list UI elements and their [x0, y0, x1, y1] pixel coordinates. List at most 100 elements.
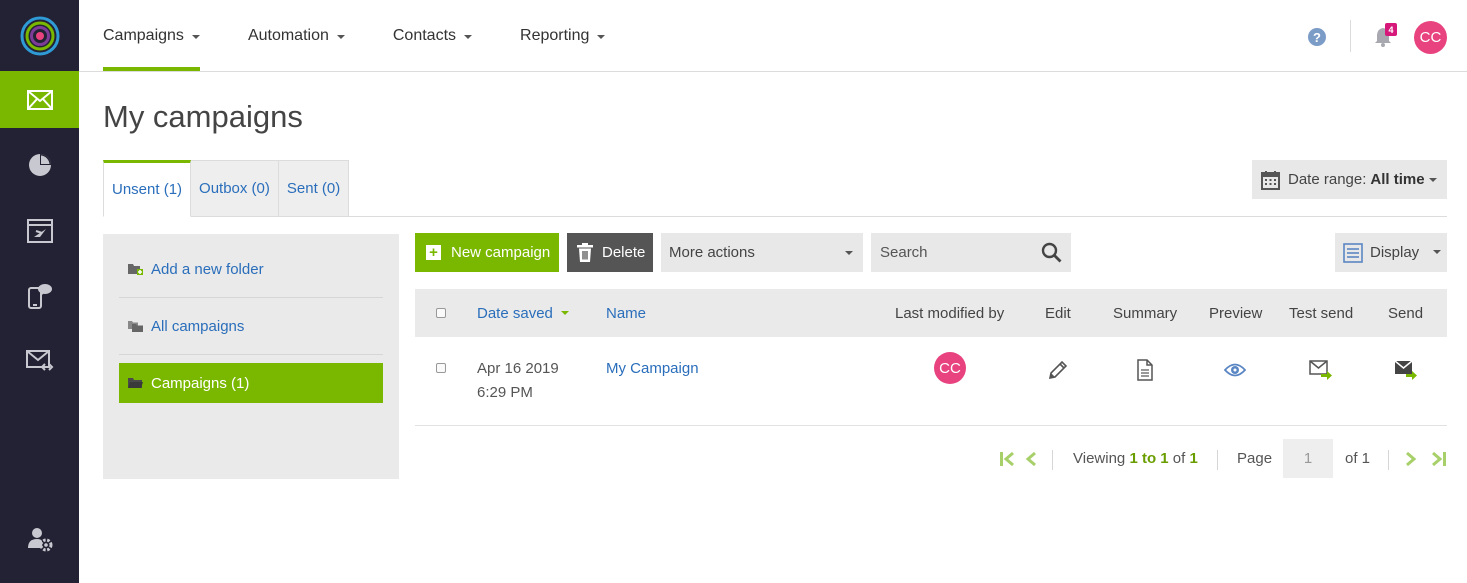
pagination-of: of	[1172, 450, 1186, 467]
search-input[interactable]	[880, 244, 1030, 261]
tab-sent[interactable]: Sent (0)	[278, 160, 350, 217]
nav-reporting-label: Reporting	[520, 26, 590, 44]
nav-automation-label: Automation	[247, 26, 329, 44]
rail-landing-pages[interactable]	[0, 202, 79, 259]
nav-campaigns-label: Campaigns	[103, 26, 184, 44]
folders-icon	[128, 321, 143, 332]
tabs-divider	[347, 216, 1447, 217]
send-icon[interactable]	[1394, 360, 1418, 380]
document-icon[interactable]	[1136, 359, 1154, 381]
rail-transactional[interactable]	[0, 332, 79, 389]
rail-user-settings[interactable]	[0, 510, 79, 567]
pagination-range: 1 to 1	[1129, 450, 1169, 467]
divider	[1388, 450, 1389, 470]
divider	[1217, 450, 1218, 470]
chevron-down-icon	[464, 34, 473, 39]
date-range-label: Date range:	[1288, 171, 1367, 188]
display-label: Display	[1370, 244, 1420, 261]
page-title: My campaigns	[103, 99, 303, 134]
page-number-input[interactable]	[1283, 439, 1333, 478]
column-preview: Preview	[1209, 304, 1263, 322]
chevron-down-icon	[1429, 178, 1437, 182]
row-campaign-name[interactable]: My Campaign	[606, 360, 699, 377]
column-edit: Edit	[1045, 304, 1071, 322]
column-test-send: Test send	[1289, 304, 1354, 322]
pie-chart-icon	[28, 153, 51, 176]
test-send-icon[interactable]	[1309, 360, 1333, 380]
select-all-checkbox-cell	[436, 289, 446, 337]
add-folder-link[interactable]: Add a new folder	[119, 249, 383, 289]
divider	[1350, 20, 1351, 52]
date-range-value: All time	[1370, 171, 1425, 188]
column-last-modified-by: Last modified by	[895, 304, 1005, 322]
folder-icon	[128, 378, 143, 388]
chevron-down-icon	[845, 251, 853, 255]
tab-outbox[interactable]: Outbox (0)	[191, 160, 279, 217]
first-page-icon[interactable]	[999, 451, 1017, 467]
row-checkbox[interactable]	[436, 363, 446, 373]
pencil-icon[interactable]	[1047, 359, 1069, 381]
page-count: of 1	[1345, 450, 1371, 467]
eye-icon[interactable]	[1224, 361, 1246, 379]
avatar: CC	[934, 352, 966, 384]
column-name[interactable]: Name	[606, 289, 646, 337]
pagination-viewing: Viewing	[1073, 450, 1126, 467]
delete-button[interactable]: Delete	[567, 233, 653, 272]
date-range-select[interactable]: Date range: All time	[1252, 160, 1447, 199]
all-campaigns-link[interactable]: All campaigns	[119, 306, 383, 346]
rail-sms[interactable]	[0, 267, 79, 324]
chevron-down-icon	[597, 34, 606, 39]
divider	[119, 297, 383, 298]
select-all-checkbox[interactable]	[436, 308, 446, 318]
divider	[1052, 450, 1053, 470]
search-box	[871, 233, 1071, 272]
search-icon[interactable]	[1041, 242, 1062, 263]
landing-page-icon	[26, 218, 53, 243]
pagination-summary: Viewing 1 to 1 of 1	[1073, 450, 1198, 467]
nav-contacts[interactable]: Contacts	[392, 0, 473, 71]
chevron-down-icon	[336, 34, 345, 39]
nav-contacts-label: Contacts	[392, 26, 457, 44]
help-icon[interactable]: ?	[1308, 28, 1326, 46]
nav-campaigns[interactable]: Campaigns	[103, 0, 200, 71]
avatar[interactable]: CC	[1414, 21, 1447, 54]
new-campaign-button[interactable]: + New campaign	[415, 233, 559, 272]
tab-unsent[interactable]: Unsent (1)	[103, 160, 192, 217]
row-time: 6:29 PM	[477, 384, 533, 401]
rail-reports[interactable]	[0, 136, 79, 193]
add-folder-label: Add a new folder	[151, 260, 264, 278]
notification-badge: 4	[1385, 23, 1397, 36]
display-select[interactable]: Display	[1335, 233, 1447, 272]
main-nav: Campaigns Automation Contacts Reporting	[103, 0, 653, 71]
column-summary: Summary	[1113, 304, 1178, 322]
chevron-down-icon	[1433, 250, 1441, 254]
prev-page-icon[interactable]	[1025, 451, 1037, 467]
mobile-sms-icon	[27, 283, 52, 309]
last-page-icon[interactable]	[1429, 451, 1447, 467]
column-date-saved[interactable]: Date saved	[477, 289, 569, 337]
sort-desc-icon	[560, 311, 569, 315]
plus-icon: +	[426, 245, 441, 260]
table-header: Date saved Name Last modified by Edit Su…	[415, 289, 1447, 337]
logo-icon[interactable]	[0, 0, 79, 71]
nav-automation[interactable]: Automation	[248, 0, 345, 71]
display-list-icon	[1343, 242, 1363, 263]
all-campaigns-label: All campaigns	[151, 317, 245, 335]
more-actions-select[interactable]: More actions	[661, 233, 863, 272]
table-row: Apr 16 2019 6:29 PM My Campaign CC	[415, 337, 1447, 426]
trash-icon	[577, 243, 593, 262]
folder-add-icon	[128, 264, 143, 275]
divider	[119, 354, 383, 355]
page-label: Page	[1237, 450, 1273, 467]
user-settings-icon	[27, 527, 52, 551]
left-rail	[0, 0, 79, 583]
new-campaign-label: New campaign	[451, 244, 551, 261]
pagination-total: 1	[1189, 450, 1198, 467]
rail-campaigns[interactable]	[0, 71, 79, 128]
row-date: Apr 16 2019	[477, 360, 559, 377]
nav-reporting[interactable]: Reporting	[520, 0, 606, 71]
folder-campaigns[interactable]: Campaigns (1)	[119, 363, 383, 403]
delete-label: Delete	[602, 244, 646, 261]
next-page-icon[interactable]	[1405, 451, 1417, 467]
folder-panel: Add a new folder All campaigns Campaigns…	[103, 234, 399, 479]
